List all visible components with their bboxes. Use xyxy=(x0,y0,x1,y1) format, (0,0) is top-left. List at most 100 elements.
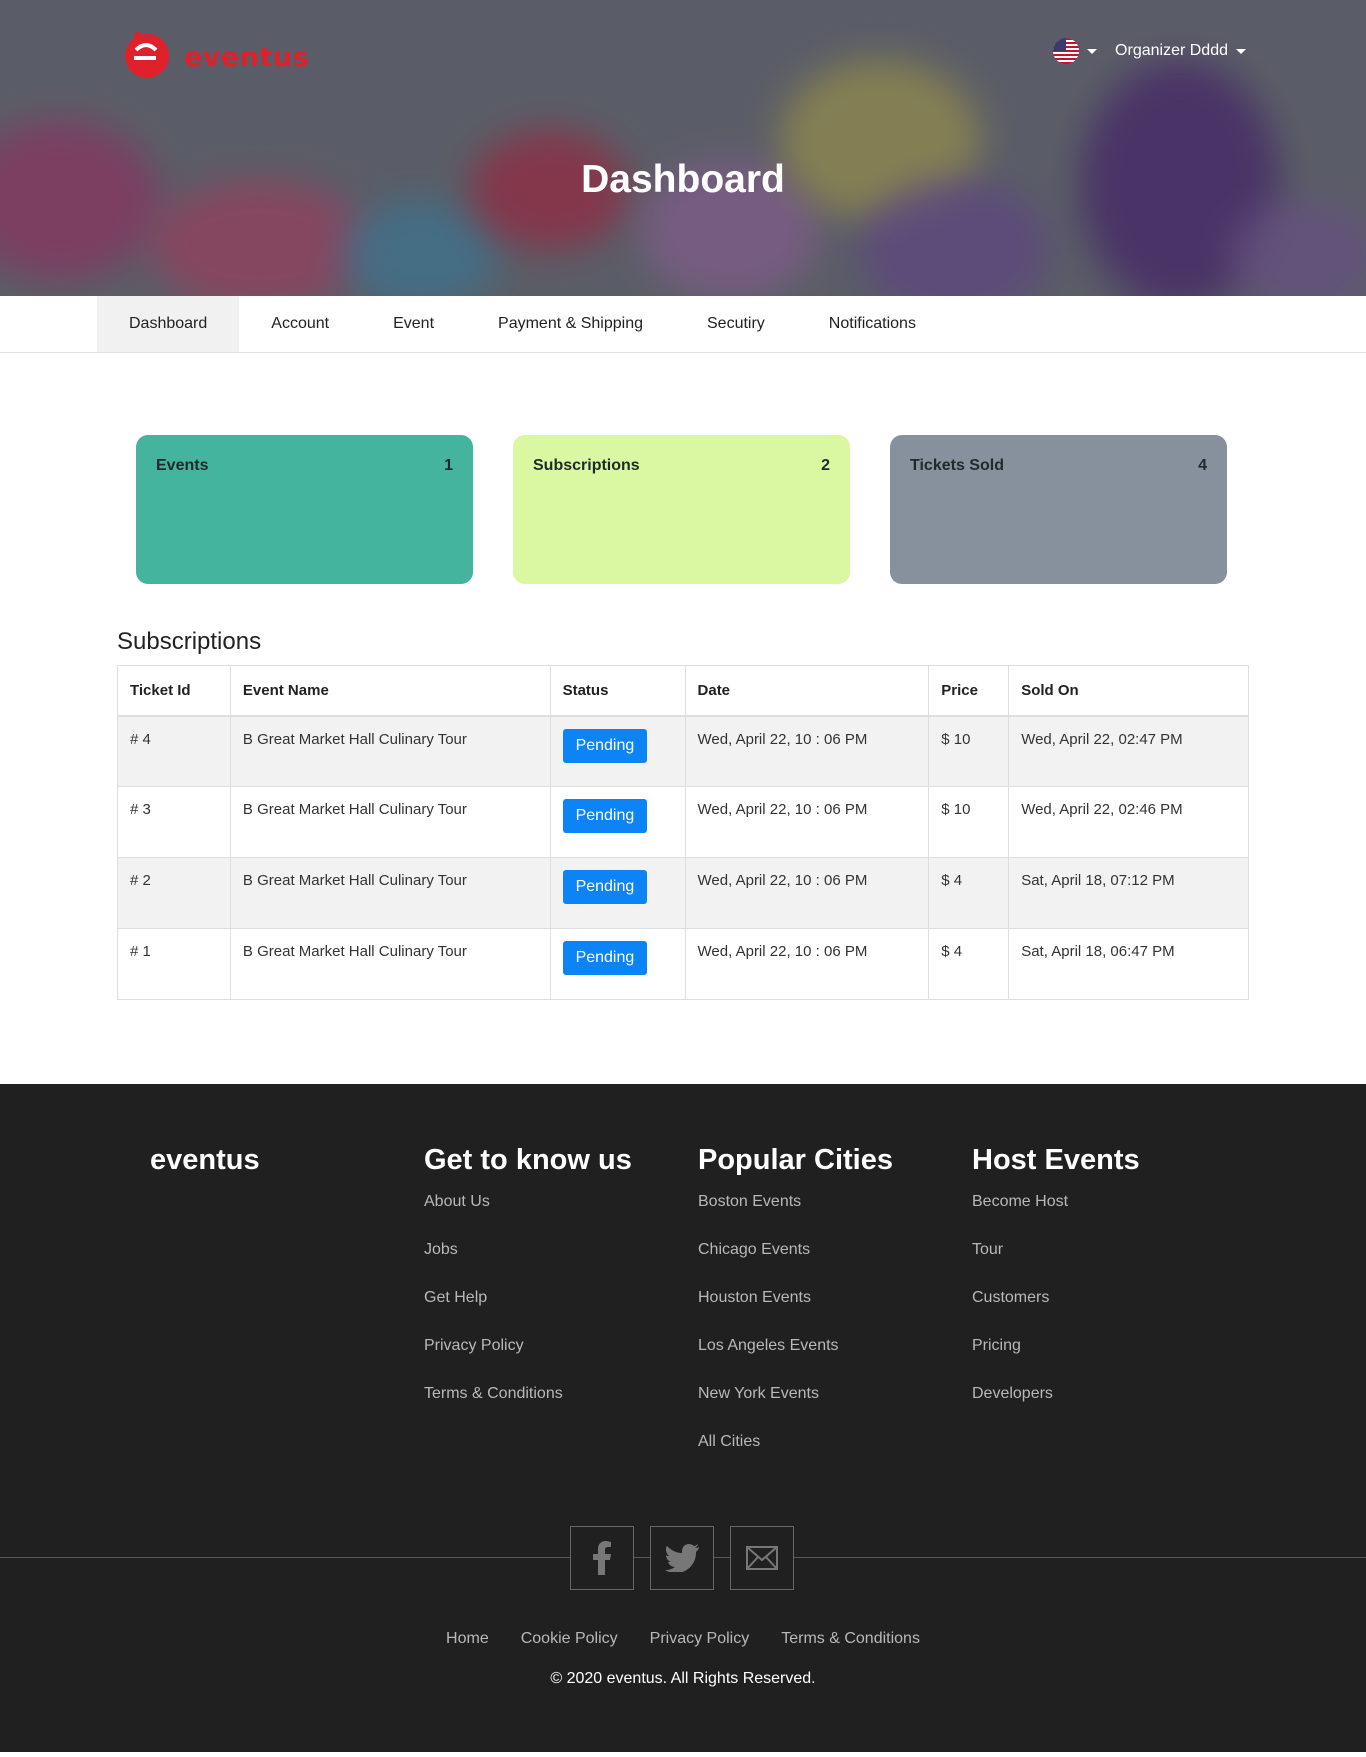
twitter-icon[interactable] xyxy=(650,1526,714,1590)
us-flag-icon xyxy=(1053,38,1080,64)
event-date: Wed, April 22, 10 : 06 PM xyxy=(684,928,930,1000)
status-badge[interactable]: Pending xyxy=(562,870,648,904)
footer-link[interactable]: All Cities xyxy=(698,1433,972,1451)
footer-link[interactable]: Privacy Policy xyxy=(424,1337,698,1355)
footer-link[interactable]: Chicago Events xyxy=(698,1241,972,1259)
tab-payment-shipping[interactable]: Payment & Shipping xyxy=(466,296,675,352)
footer-column-host: Host Events Become Host Tour Customers P… xyxy=(972,1144,1246,1481)
footer-link[interactable]: Customers xyxy=(972,1289,1246,1307)
subscriptions-section: Subscriptions Ticket Id Event Name Statu… xyxy=(0,628,1366,1000)
table-row: # 2 B Great Market Hall Culinary Tour Pe… xyxy=(117,857,1249,929)
dashboard-tabs: Dashboard Account Event Payment & Shippi… xyxy=(0,296,1366,353)
footer-column-title: Get to know us xyxy=(424,1144,632,1176)
footer-brand: eventus xyxy=(150,1144,260,1176)
status-badge[interactable]: Pending xyxy=(562,799,648,833)
footer-columns: eventus Get to know us About Us Jobs Get… xyxy=(0,1084,1366,1481)
stat-card-events: Events 1 xyxy=(136,435,473,584)
section-heading: Subscriptions xyxy=(117,628,262,655)
footer-link[interactable]: Jobs xyxy=(424,1241,698,1259)
event-date: Wed, April 22, 10 : 06 PM xyxy=(684,715,930,787)
stat-card-tickets-sold: Tickets Sold 4 xyxy=(890,435,1227,584)
sold-on: Wed, April 22, 02:46 PM xyxy=(1008,786,1249,858)
status-cell: Pending xyxy=(549,857,686,929)
footer-bottom-link[interactable]: Home xyxy=(446,1630,489,1648)
mail-icon[interactable] xyxy=(730,1526,794,1590)
stat-value: 4 xyxy=(1198,457,1207,474)
facebook-icon[interactable] xyxy=(570,1526,634,1590)
status-badge[interactable]: Pending xyxy=(562,941,648,975)
footer-link[interactable]: Get Help xyxy=(424,1289,698,1307)
column-header: Ticket Id xyxy=(117,665,231,717)
sold-on: Sat, April 18, 06:47 PM xyxy=(1008,928,1249,1000)
footer-link[interactable]: Tour xyxy=(972,1241,1246,1259)
column-header: Status xyxy=(549,665,686,717)
price: $ 10 xyxy=(928,786,1010,858)
footer-link[interactable]: Houston Events xyxy=(698,1289,972,1307)
footer-bottom-links: Home Cookie Policy Privacy Policy Terms … xyxy=(0,1630,1366,1648)
footer-link[interactable]: New York Events xyxy=(698,1385,972,1403)
stat-label: Tickets Sold xyxy=(910,457,1004,474)
footer-link[interactable]: Pricing xyxy=(972,1337,1246,1355)
status-cell: Pending xyxy=(549,928,686,1000)
footer-bottom-link[interactable]: Privacy Policy xyxy=(650,1630,750,1648)
footer-column-cities: Popular Cities Boston Events Chicago Eve… xyxy=(698,1144,972,1481)
status-badge[interactable]: Pending xyxy=(562,728,648,763)
event-name: B Great Market Hall Culinary Tour xyxy=(229,786,551,858)
stat-label: Subscriptions xyxy=(533,457,640,474)
table-row: # 4 B Great Market Hall Culinary Tour Pe… xyxy=(117,715,1249,787)
status-cell: Pending xyxy=(549,715,686,787)
eventus-logo-icon xyxy=(122,28,170,80)
ticket-id: # 1 xyxy=(117,928,231,1000)
brand-name: eventus xyxy=(184,41,310,73)
language-selector[interactable] xyxy=(1053,38,1098,64)
tab-account[interactable]: Account xyxy=(239,296,361,352)
tab-dashboard[interactable]: Dashboard xyxy=(97,296,240,352)
event-date: Wed, April 22, 10 : 06 PM xyxy=(684,857,930,929)
table-header-row: Ticket Id Event Name Status Date Price S… xyxy=(117,665,1249,717)
copyright: © 2020 eventus. All Rights Reserved. xyxy=(550,1670,816,1687)
event-name: B Great Market Hall Culinary Tour xyxy=(229,857,551,929)
table-row: # 1 B Great Market Hall Culinary Tour Pe… xyxy=(117,928,1249,1000)
price: $ 10 xyxy=(928,715,1010,787)
footer-column-about: Get to know us About Us Jobs Get Help Pr… xyxy=(424,1144,698,1481)
footer-link[interactable]: Become Host xyxy=(972,1193,1246,1211)
table-row: # 3 B Great Market Hall Culinary Tour Pe… xyxy=(117,786,1249,858)
event-date: Wed, April 22, 10 : 06 PM xyxy=(684,786,930,858)
price: $ 4 xyxy=(928,857,1010,929)
footer-link[interactable]: Los Angeles Events xyxy=(698,1337,972,1355)
tab-event[interactable]: Event xyxy=(361,296,466,352)
sold-on: Wed, April 22, 02:47 PM xyxy=(1008,715,1249,787)
ticket-id: # 3 xyxy=(117,786,231,858)
tab-security[interactable]: Secutiry xyxy=(675,296,797,352)
sold-on: Sat, April 18, 07:12 PM xyxy=(1008,857,1249,929)
column-header: Price xyxy=(928,665,1010,717)
header-controls: Organizer Dddd xyxy=(1053,38,1246,64)
user-name: Organizer Dddd xyxy=(1115,42,1228,59)
event-name: B Great Market Hall Culinary Tour xyxy=(229,928,551,1000)
footer-link[interactable]: Boston Events xyxy=(698,1193,972,1211)
footer-bottom-link[interactable]: Cookie Policy xyxy=(521,1630,618,1648)
column-header: Date xyxy=(684,665,930,717)
price: $ 4 xyxy=(928,928,1010,1000)
footer-link[interactable]: Terms & Conditions xyxy=(424,1385,698,1403)
hero-banner: eventus Organizer Dddd Dashboard xyxy=(0,0,1366,296)
footer-brand-column: eventus xyxy=(150,1144,424,1481)
footer-link[interactable]: About Us xyxy=(424,1193,698,1211)
event-name: B Great Market Hall Culinary Tour xyxy=(229,715,551,787)
column-header: Sold On xyxy=(1008,665,1249,717)
stat-label: Events xyxy=(156,457,209,474)
tab-notifications[interactable]: Notifications xyxy=(797,296,948,352)
user-menu[interactable]: Organizer Dddd xyxy=(1115,42,1246,60)
footer-column-title: Popular Cities xyxy=(698,1144,893,1176)
brand-logo[interactable]: eventus xyxy=(122,28,309,80)
ticket-id: # 4 xyxy=(117,715,231,787)
footer-link[interactable]: Developers xyxy=(972,1385,1246,1403)
ticket-id: # 2 xyxy=(117,857,231,929)
stat-card-subscriptions: Subscriptions 2 xyxy=(513,435,850,584)
column-header: Event Name xyxy=(229,665,551,717)
subscriptions-table: Ticket Id Event Name Status Date Price S… xyxy=(117,665,1249,1000)
stat-value: 2 xyxy=(821,457,830,474)
page-title: Dashboard xyxy=(581,158,785,201)
stats-cards: Events 1 Subscriptions 2 Tickets Sold 4 xyxy=(0,435,1366,584)
footer-bottom-link[interactable]: Terms & Conditions xyxy=(781,1630,920,1648)
